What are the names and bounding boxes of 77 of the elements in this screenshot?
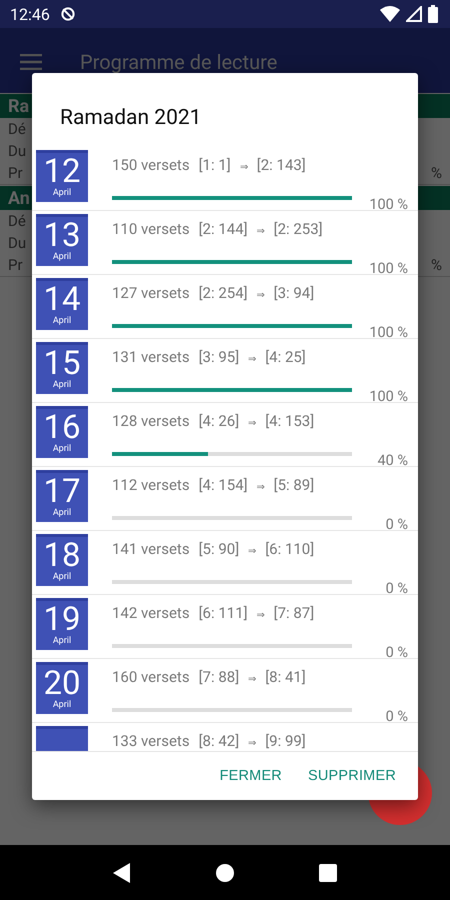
verse-count: 133 versets [112, 732, 190, 750]
start-reference: [3: 95] [198, 348, 240, 366]
day-number: 14 [43, 284, 81, 316]
end-reference: [2: 143] [256, 156, 306, 174]
arrow-symbol: ⇒ [240, 161, 248, 173]
day-number: 19 [43, 604, 81, 636]
progress-percent: 100 % [369, 260, 408, 277]
day-number: 20 [43, 668, 81, 700]
app-title: Programme de lecture [80, 51, 278, 73]
month-label: April [52, 636, 72, 646]
field-label: Du [8, 234, 26, 252]
start-reference: [2: 254] [198, 284, 248, 302]
day-number: 17 [43, 476, 81, 508]
month-label: April [52, 572, 72, 582]
start-reference: [1: 1] [198, 156, 231, 174]
month-label: April [52, 188, 72, 198]
arrow-symbol: ⇒ [248, 353, 256, 365]
month-label: April [52, 444, 72, 454]
verse-count: 112 versets [112, 476, 190, 494]
progress-percent: 100 % [369, 196, 408, 213]
month-label: April [52, 700, 72, 710]
end-reference: [4: 25] [265, 348, 306, 366]
month-label: April [52, 252, 72, 262]
month-label: April [52, 380, 72, 390]
field-value: % [431, 256, 442, 274]
month-label: April [52, 508, 72, 518]
start-reference: [5: 90] [198, 540, 240, 558]
end-reference: [3: 94] [274, 284, 314, 302]
day-number: 15 [43, 348, 81, 380]
end-reference: [8: 41] [265, 668, 306, 686]
end-reference: [7: 87] [274, 604, 314, 622]
arrow-symbol: ⇒ [256, 289, 265, 301]
verse-count: 141 versets [112, 540, 190, 558]
clock: 12:46 [10, 4, 50, 24]
arrow-symbol: ⇒ [256, 481, 265, 493]
field-label: Du [8, 142, 26, 160]
arrow-symbol: ⇒ [256, 609, 265, 621]
progress-percent: 0 % [386, 580, 408, 597]
end-reference: [9: 99] [265, 732, 306, 750]
start-reference: [8: 42] [198, 732, 240, 750]
end-reference: [4: 153] [265, 412, 314, 430]
verse-count: 150 versets [112, 156, 190, 174]
end-reference: [2: 253] [274, 220, 323, 238]
field-label: Pr [8, 256, 23, 274]
field-label: Pr [8, 164, 23, 182]
arrow-symbol: ⇒ [248, 545, 256, 557]
field-label: Dé [8, 120, 26, 138]
day-number: 18 [43, 540, 81, 572]
end-reference: [6: 110] [265, 540, 314, 558]
progress-percent: 0 % [386, 644, 408, 661]
start-reference: [6: 111] [198, 604, 248, 622]
arrow-symbol: ⇒ [248, 737, 256, 749]
verse-count: 131 versets [112, 348, 190, 366]
start-reference: [4: 154] [198, 476, 248, 494]
day-number: 13 [43, 220, 81, 252]
day-number: 12 [43, 156, 81, 188]
verse-count: 128 versets [112, 412, 190, 430]
verse-count: 160 versets [112, 668, 190, 686]
start-reference: [4: 26] [198, 412, 240, 430]
progress-percent: 0 % [386, 516, 408, 533]
progress-percent: 0 % [386, 708, 408, 725]
verse-count: 127 versets [112, 284, 190, 302]
day-number: 16 [43, 412, 81, 444]
arrow-symbol: ⇒ [248, 417, 256, 429]
verse-count: 142 versets [112, 604, 190, 622]
verse-count: 110 versets [112, 220, 190, 238]
progress-percent: 40 % [377, 452, 408, 469]
field-value: % [431, 164, 442, 182]
arrow-symbol: ⇒ [256, 225, 265, 237]
end-reference: [5: 89] [274, 476, 314, 494]
progress-percent: 100 % [369, 388, 408, 405]
start-reference: [7: 88] [198, 668, 240, 686]
month-label: April [52, 316, 72, 326]
field-label: Dé [8, 212, 26, 230]
arrow-symbol: ⇒ [248, 673, 256, 685]
progress-percent: 100 % [369, 324, 408, 341]
start-reference: [2: 144] [198, 220, 248, 238]
